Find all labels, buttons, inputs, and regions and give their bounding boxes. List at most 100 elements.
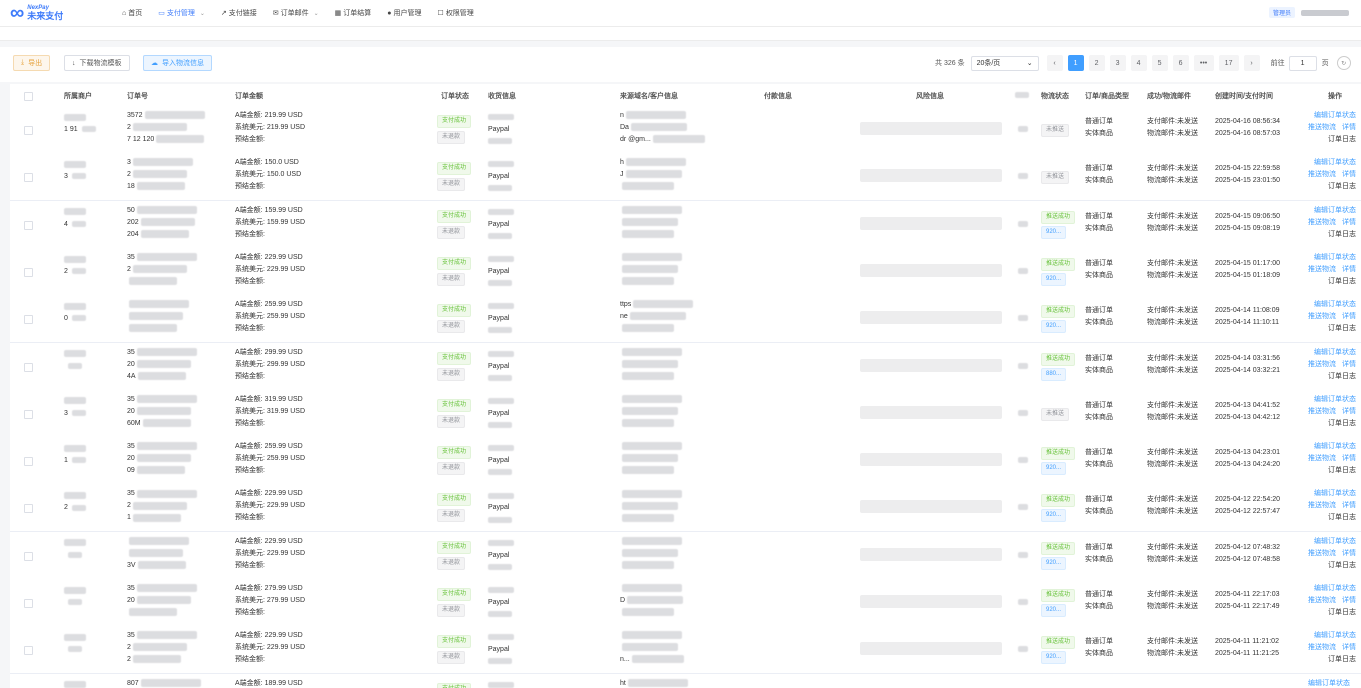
order-log-link[interactable]: 订单日志 [1328, 278, 1356, 285]
refresh-icon[interactable]: ↻ [1336, 56, 1351, 70]
order-log-link[interactable]: 订单日志 [1328, 231, 1356, 238]
download-template-button[interactable]: ↓ 下载物流模板 [64, 55, 130, 71]
details-link[interactable]: 详情 [1340, 597, 1356, 604]
nav-item-6[interactable]: ☐ 权限管理 [438, 8, 474, 18]
push-logistics-link[interactable]: 推送物流 [1308, 219, 1336, 226]
edit-order-status-link[interactable]: 编辑订单状态 [1314, 207, 1356, 214]
page-button-6[interactable]: 6 [1172, 55, 1189, 71]
row-checkbox[interactable] [24, 646, 33, 656]
prev-page-button[interactable]: ‹ [1046, 55, 1063, 71]
order-log-link[interactable]: 订单日志 [1328, 467, 1356, 474]
details-link[interactable]: 详情 [1340, 266, 1356, 273]
push-logistics-link[interactable]: 推送物流 [1308, 597, 1336, 604]
edit-order-status-link[interactable]: 编辑订单状态 [1314, 254, 1356, 261]
row-checkbox[interactable] [24, 173, 33, 183]
push-logistics-link[interactable]: 推送物流 [1308, 550, 1336, 557]
tracking-number[interactable]: 920... [1041, 509, 1067, 523]
row-checkbox[interactable] [24, 362, 33, 372]
page-button-3[interactable]: 3 [1109, 55, 1126, 71]
order-log-link[interactable]: 订单日志 [1328, 183, 1356, 190]
row-checkbox[interactable] [24, 504, 33, 514]
edit-order-status-link[interactable]: 编辑订单状态 [1314, 112, 1356, 119]
edit-order-status-link[interactable]: 编辑订单状态 [1314, 396, 1356, 403]
order-log-link[interactable]: 订单日志 [1328, 609, 1356, 616]
push-logistics-link[interactable]: 推送物流 [1308, 171, 1336, 178]
push-logistics-link[interactable]: 推送物流 [1308, 455, 1336, 462]
edit-order-status-link[interactable]: 编辑订单状态 [1314, 349, 1356, 356]
tracking-number[interactable]: 920... [1041, 225, 1067, 239]
nav-item-3[interactable]: ✉ 订单邮件 ⌄ [273, 8, 319, 18]
cell-text: n [620, 112, 624, 119]
page-button-4[interactable]: 4 [1130, 55, 1147, 71]
details-link[interactable]: 详情 [1340, 313, 1356, 320]
row-checkbox[interactable] [24, 126, 33, 135]
edit-order-status-link[interactable]: 编辑订单状态 [1314, 301, 1356, 308]
tracking-number[interactable]: 920... [1041, 651, 1067, 665]
order-log-link[interactable]: 订单日志 [1328, 562, 1356, 569]
row-checkbox[interactable] [24, 599, 33, 608]
next-page-button[interactable]: › [1243, 55, 1260, 71]
tracking-number[interactable]: 880... [1041, 367, 1067, 381]
details-link[interactable]: 详情 [1340, 644, 1356, 651]
edit-order-status-link[interactable]: 编辑订单状态 [1314, 538, 1356, 545]
push-logistics-link[interactable]: 推送物流 [1308, 124, 1336, 131]
import-logistics-button[interactable]: ☁ 导入物流信息 [143, 55, 212, 71]
details-link[interactable]: 详情 [1340, 361, 1356, 368]
row-checkbox[interactable] [24, 409, 33, 419]
nav-item-1[interactable]: ▭ 支付管理 ⌄ [158, 8, 205, 18]
row-checkbox[interactable] [24, 315, 33, 325]
export-button[interactable]: ⤓ 导出 [13, 55, 51, 71]
row-checkbox[interactable] [24, 457, 33, 467]
nav-item-2[interactable]: ↗ 支付链接 [221, 8, 257, 18]
tracking-number[interactable]: 920... [1041, 272, 1067, 286]
details-link[interactable]: 详情 [1340, 171, 1356, 178]
page-button-5[interactable]: 5 [1151, 55, 1168, 71]
tracking-number[interactable]: 920... [1041, 462, 1067, 476]
order-log-link[interactable]: 订单日志 [1328, 373, 1356, 380]
order-log-link[interactable]: 订单日志 [1328, 656, 1356, 663]
brand-logo[interactable]: ∞ NexPay 未来支付 [10, 3, 100, 23]
goto-page-input[interactable]: 1 [1288, 55, 1317, 71]
details-link[interactable]: 详情 [1340, 502, 1356, 509]
details-link[interactable]: 详情 [1340, 550, 1356, 557]
tracking-number[interactable]: 920... [1041, 320, 1067, 334]
order-log-link[interactable]: 订单日志 [1328, 514, 1356, 521]
tracking-number[interactable]: 920... [1041, 556, 1067, 570]
nav-item-4[interactable]: ▦ 订单结算 [335, 8, 372, 18]
edit-order-status-link[interactable]: 编辑订单状态 [1314, 632, 1356, 639]
details-link[interactable]: 详情 [1340, 219, 1356, 226]
nav-item-5[interactable]: ● 用户管理 [387, 8, 421, 18]
push-logistics-link[interactable]: 推送物流 [1308, 361, 1336, 368]
push-logistics-link[interactable]: 推送物流 [1308, 266, 1336, 273]
page-button-1[interactable]: 1 [1067, 55, 1084, 71]
cell-line: 预结金额: [235, 465, 305, 477]
select-all-checkbox[interactable] [24, 92, 33, 101]
page-button-2[interactable]: 2 [1088, 55, 1105, 71]
edit-order-status-link[interactable]: 编辑订单状态 [1308, 680, 1350, 687]
edit-order-status-link[interactable]: 编辑订单状态 [1314, 490, 1356, 497]
tracking-number[interactable]: 920... [1041, 604, 1067, 617]
admin-profile[interactable]: 管理员 [1268, 7, 1349, 18]
edit-order-status-link[interactable]: 编辑订单状态 [1314, 443, 1356, 450]
order-log-link[interactable]: 订单日志 [1328, 420, 1356, 427]
edit-order-status-link[interactable]: 编辑订单状态 [1314, 159, 1356, 166]
cell-text: 2025-04-13 04:24:20 [1215, 461, 1280, 469]
cell-line: 未退款 [437, 602, 471, 618]
row-checkbox[interactable] [24, 267, 33, 277]
order-log-link[interactable]: 订单日志 [1328, 136, 1356, 143]
details-link[interactable]: 详情 [1340, 408, 1356, 415]
page-button-•••[interactable]: ••• [1193, 55, 1214, 71]
order-log-link[interactable]: 订单日志 [1328, 325, 1356, 332]
page-size-select[interactable]: 20条/页 ⌄ [970, 55, 1039, 71]
row-checkbox[interactable] [24, 551, 33, 561]
push-logistics-link[interactable]: 推送物流 [1308, 644, 1336, 651]
page-button-17[interactable]: 17 [1218, 55, 1239, 71]
push-logistics-link[interactable]: 推送物流 [1308, 408, 1336, 415]
details-link[interactable]: 详情 [1340, 455, 1356, 462]
row-checkbox[interactable] [24, 220, 33, 230]
push-logistics-link[interactable]: 推送物流 [1308, 313, 1336, 320]
nav-item-0[interactable]: ⌂ 首页 [122, 8, 142, 18]
details-link[interactable]: 详情 [1340, 124, 1356, 131]
edit-order-status-link[interactable]: 编辑订单状态 [1314, 585, 1356, 592]
push-logistics-link[interactable]: 推送物流 [1308, 502, 1336, 509]
